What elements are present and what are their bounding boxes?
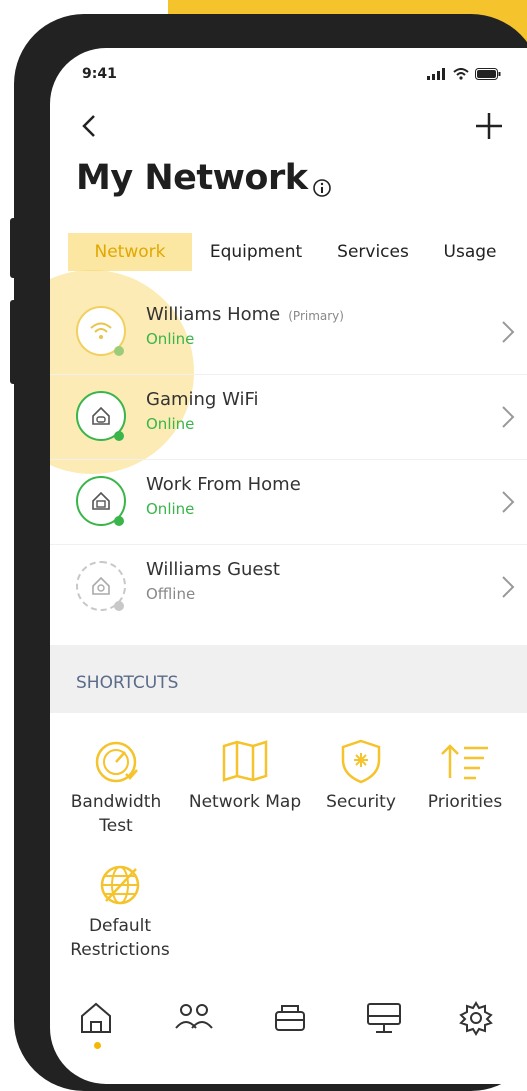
primary-tag: (Primary) (288, 309, 344, 323)
wifi-status-icon (453, 68, 469, 80)
shortcut-network-map[interactable]: Network Map (176, 738, 314, 814)
tab-network[interactable]: Network (68, 233, 192, 271)
shortcut-label-line2: Restrictions (70, 940, 170, 960)
shortcut-security[interactable]: Security (306, 738, 416, 814)
network-name: Williams Guest (146, 559, 280, 580)
phone-screen: 9:41 My Network Network Equipment Servic… (50, 48, 527, 1084)
monitor-icon (367, 1003, 401, 1033)
gear-icon (459, 1001, 493, 1036)
chevron-right-icon (502, 321, 515, 343)
tab-services[interactable]: Services (328, 233, 418, 271)
page-title: My Network (76, 158, 308, 198)
speedometer-icon (95, 741, 138, 783)
shortcut-bandwidth-test[interactable]: Bandwidth Test (56, 738, 176, 838)
restrictions-globe-icon (100, 865, 140, 905)
network-row[interactable]: Work From Home Online (50, 460, 527, 545)
chevron-right-icon (502, 576, 515, 598)
guest-network-icon (92, 576, 110, 595)
nav-devices[interactable] (364, 998, 404, 1038)
status-time: 9:41 (82, 66, 117, 82)
shortcut-label-line2: Test (99, 816, 133, 836)
shortcuts-header: SHORTCUTS (50, 645, 527, 713)
router-icon (275, 1005, 305, 1031)
work-network-icon (92, 491, 110, 510)
wifi-icon (90, 322, 112, 339)
phone-frame: 9:41 My Network Network Equipment Servic… (14, 14, 527, 1091)
chevron-right-icon (502, 491, 515, 513)
network-status: Offline (146, 585, 196, 603)
chevron-right-icon (502, 406, 515, 428)
status-dot (114, 516, 124, 526)
shortcut-default-restrictions[interactable]: Default Restrictions (60, 862, 180, 962)
status-dot (114, 346, 124, 356)
active-indicator (94, 1042, 101, 1049)
shortcut-label: Priorities (427, 792, 503, 812)
network-row[interactable]: Williams Home (Primary) Online (50, 290, 527, 375)
network-row[interactable]: Williams Guest Offline (50, 545, 527, 629)
shield-icon (341, 739, 381, 784)
shortcut-label-line1: Default (88, 916, 152, 936)
status-bar: 9:41 (82, 66, 521, 86)
bottom-nav (50, 998, 527, 1058)
shortcut-priorities[interactable]: Priorities (410, 738, 520, 814)
shortcut-label: Security (326, 792, 396, 812)
network-row[interactable]: Gaming WiFi Online (50, 375, 527, 460)
shortcut-label: Bandwidth Test (56, 790, 176, 838)
home-icon (81, 1002, 111, 1033)
shortcut-label: Network Map (188, 792, 302, 812)
network-name-text: Williams Home (146, 304, 281, 325)
shortcut-label: Default Restrictions (60, 914, 180, 962)
network-name: Gaming WiFi (146, 389, 259, 410)
network-status: Online (146, 500, 195, 518)
add-icon[interactable] (473, 110, 505, 142)
network-name: Work From Home (146, 474, 301, 495)
status-dot (114, 601, 124, 611)
network-status: Online (146, 330, 195, 348)
people-icon (175, 1004, 213, 1029)
gaming-network-icon (92, 406, 110, 425)
map-icon (222, 740, 268, 782)
tab-bar: Network Equipment Services Usage (68, 233, 527, 273)
network-status: Online (146, 415, 195, 433)
shortcuts-heading: SHORTCUTS (76, 673, 179, 693)
info-icon[interactable] (312, 178, 332, 198)
shortcut-label-line1: Bandwidth (70, 792, 162, 812)
nav-home[interactable] (76, 998, 116, 1038)
status-dot (114, 431, 124, 441)
network-name: Williams Home (Primary) (146, 304, 344, 325)
nav-router[interactable] (270, 998, 310, 1038)
back-arrow-icon[interactable] (76, 110, 102, 142)
nav-settings[interactable] (456, 998, 496, 1038)
battery-icon (475, 68, 501, 80)
tab-equipment[interactable]: Equipment (200, 233, 312, 271)
status-icons (427, 68, 501, 80)
tab-usage[interactable]: Usage (434, 233, 506, 271)
priorities-icon (441, 744, 488, 780)
nav-people[interactable] (172, 998, 213, 1038)
signal-icon (427, 68, 445, 80)
